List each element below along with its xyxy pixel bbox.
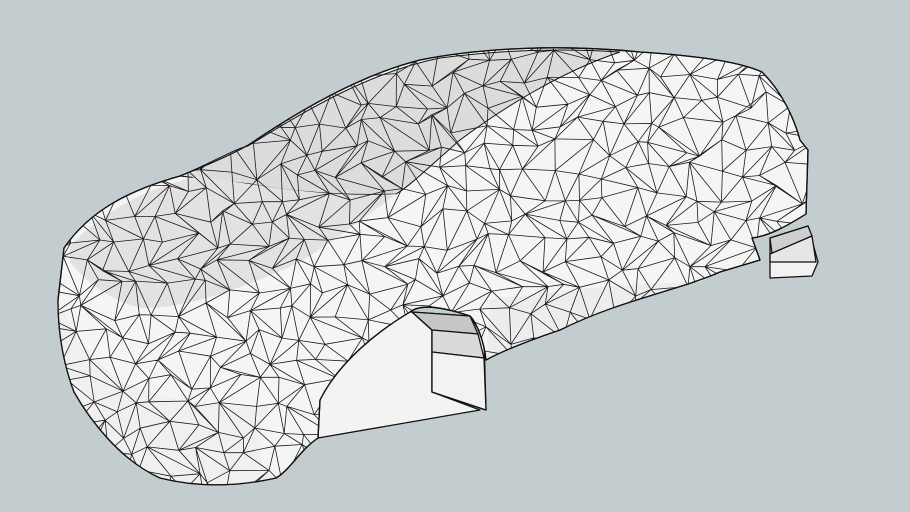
3d-model-viewport[interactable] [0, 0, 910, 512]
car-body [57, 47, 809, 486]
car-mesh-model [57, 47, 819, 486]
rear-wheel-well [769, 225, 819, 279]
